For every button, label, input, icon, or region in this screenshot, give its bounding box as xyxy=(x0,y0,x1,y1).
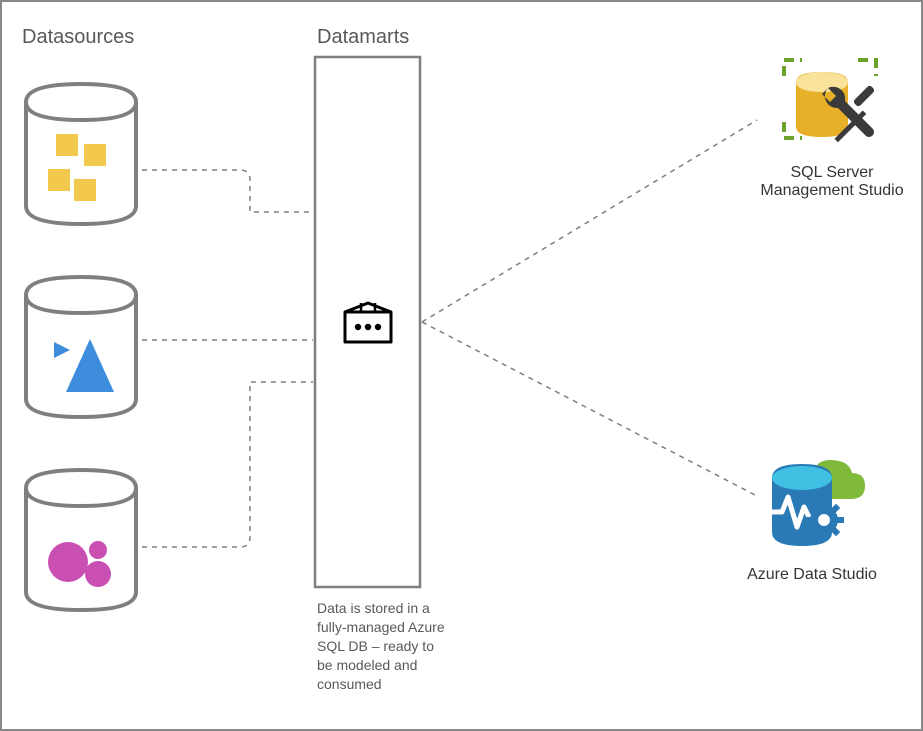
datamart-caption: Data is stored in a fully-managed Azure … xyxy=(317,599,447,693)
datasource-1 xyxy=(26,84,136,224)
heading-datasources: Datasources xyxy=(22,26,134,49)
connector-ads xyxy=(422,322,759,497)
datamart-box-icon xyxy=(345,303,391,342)
blue-triangles-icon xyxy=(54,339,114,392)
ssms-label-line1: SQL Server xyxy=(742,164,922,182)
connector-ssms xyxy=(422,120,757,322)
ads-label-line1: Azure Data Studio xyxy=(722,566,902,584)
connectors xyxy=(142,120,759,547)
ads-icon xyxy=(766,460,865,546)
datasource-2 xyxy=(26,277,136,417)
cylinder-icon xyxy=(26,84,136,224)
datamart-container xyxy=(315,57,420,587)
magenta-circles-icon xyxy=(48,541,111,587)
heading-datamarts: Datamarts xyxy=(317,26,409,49)
cylinder-icon xyxy=(26,470,136,610)
connector-ds3 xyxy=(142,382,313,547)
ads-label: Azure Data Studio xyxy=(722,566,902,584)
ssms-label: SQL Server Management Studio xyxy=(742,164,922,200)
datasource-3 xyxy=(26,470,136,610)
gear-icon xyxy=(804,500,844,540)
ssms-icon xyxy=(784,60,876,142)
ssms-label-line2: Management Studio xyxy=(742,182,922,200)
connector-ds1 xyxy=(142,170,313,212)
yellow-squares-icon xyxy=(48,134,106,201)
cylinder-icon xyxy=(26,277,136,417)
diagram-canvas xyxy=(2,2,921,729)
